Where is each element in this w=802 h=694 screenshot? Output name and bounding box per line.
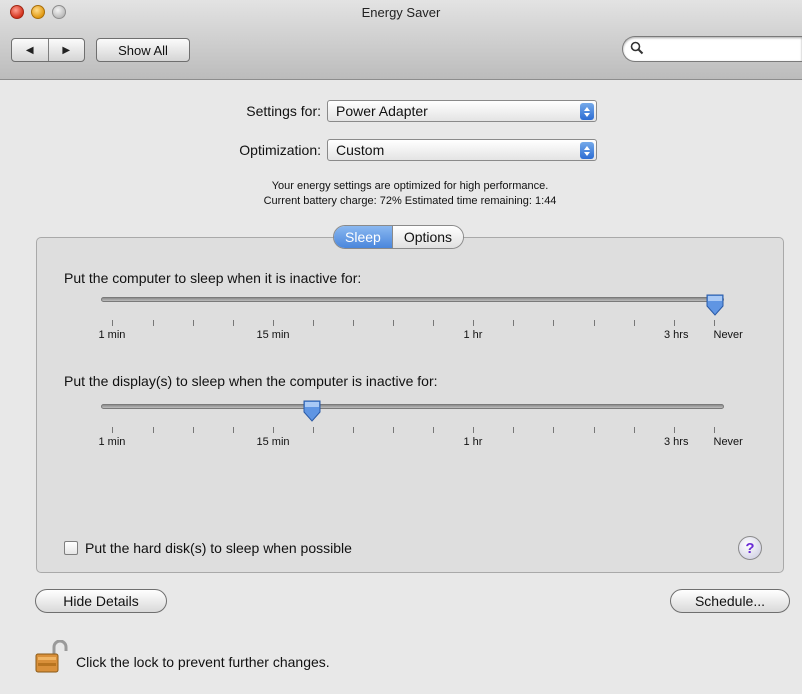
slider-tick-mark	[353, 427, 354, 433]
slider-tick-mark	[393, 320, 394, 326]
window-title: Energy Saver	[361, 5, 441, 20]
display-sleep-label: Put the display(s) to sleep when the com…	[64, 373, 438, 389]
slider-tick-mark	[513, 427, 514, 433]
popup-arrows-icon	[580, 142, 594, 159]
slider-tick-mark	[553, 320, 554, 326]
slider-tick-mark	[674, 320, 675, 326]
search-icon	[630, 41, 644, 55]
slider-scale-label: 1 hr	[463, 329, 483, 341]
slider-scale-label: 15 min	[256, 436, 290, 448]
slider-tick-mark	[193, 427, 194, 433]
slider-scale-label: 1 hr	[463, 436, 483, 448]
forward-button[interactable]: ▶	[47, 39, 85, 61]
slider-tick-mark	[714, 320, 715, 326]
slider-tick-mark	[594, 320, 595, 326]
slider-scale-label: 3 hrs	[664, 329, 689, 341]
slider-tick-mark	[714, 427, 715, 433]
display-sleep-slider-thumb[interactable]	[303, 400, 321, 422]
back-button[interactable]: ◀	[12, 39, 48, 61]
slider-scale-label: Never	[713, 329, 743, 341]
navigation-segmented-control: ◀ ▶	[11, 38, 85, 62]
slider-tick-mark	[313, 320, 314, 326]
settings-for-value: Power Adapter	[336, 103, 428, 119]
slider-tick-mark	[112, 427, 113, 433]
search-field[interactable]	[622, 36, 802, 62]
energy-saver-window: Energy Saver ◀ ▶ Show All Settings for: …	[0, 0, 802, 694]
tab-bar: Sleep Options	[333, 225, 465, 249]
optimization-value: Custom	[336, 142, 385, 158]
slider-tick-mark	[233, 427, 234, 433]
settings-for-popup[interactable]: Power Adapter	[327, 100, 597, 122]
slider-tick-mark	[353, 320, 354, 326]
slider-scale-label: 1 min	[98, 329, 126, 341]
display-sleep-slider[interactable]	[101, 404, 724, 409]
slider-tick-mark	[634, 427, 635, 433]
slider-scale-label: 3 hrs	[664, 436, 689, 448]
slider-tick-mark	[233, 320, 234, 326]
settings-for-label: Settings for:	[246, 103, 321, 119]
optimization-label: Optimization:	[239, 142, 321, 158]
lock-message: Click the lock to prevent further change…	[76, 654, 330, 670]
slider-tick-mark	[473, 427, 474, 433]
optimization-info: Your energy settings are optimized for h…	[271, 180, 549, 192]
computer-sleep-slider-thumb[interactable]	[706, 294, 724, 316]
back-arrow-icon: ◀	[25, 44, 34, 56]
slider-tick-mark	[273, 320, 274, 326]
slider-tick-mark	[553, 427, 554, 433]
help-icon: ?	[745, 539, 755, 557]
slider-tick-mark	[153, 320, 154, 326]
hard-disk-sleep-label[interactable]: Put the hard disk(s) to sleep when possi…	[85, 540, 352, 556]
schedule-button[interactable]: Schedule...	[670, 589, 790, 613]
popup-arrows-icon	[580, 103, 594, 120]
slider-tick-mark	[594, 427, 595, 433]
tab-options[interactable]: Options	[391, 226, 464, 248]
show-all-button[interactable]: Show All	[96, 38, 190, 62]
slider-tick-mark	[674, 427, 675, 433]
slider-tick-mark	[313, 427, 314, 433]
slider-tick-mark	[513, 320, 514, 326]
slider-tick-mark	[193, 320, 194, 326]
slider-tick-mark	[433, 427, 434, 433]
battery-info: Current battery charge: 72% Estimated ti…	[263, 195, 557, 207]
slider-tick-mark	[473, 320, 474, 326]
slider-scale-label: 1 min	[98, 436, 126, 448]
toolbar: Energy Saver ◀ ▶ Show All	[0, 0, 802, 80]
computer-sleep-slider[interactable]	[101, 297, 724, 302]
optimization-popup[interactable]: Custom	[327, 139, 597, 161]
slider-tick-mark	[153, 427, 154, 433]
lock-icon[interactable]	[34, 640, 68, 674]
computer-sleep-label: Put the computer to sleep when it is ina…	[64, 270, 362, 286]
slider-tick-mark	[112, 320, 113, 326]
help-button[interactable]: ?	[738, 536, 762, 560]
slider-scale-label: Never	[713, 436, 743, 448]
slider-tick-mark	[634, 320, 635, 326]
slider-tick-mark	[393, 427, 394, 433]
hide-details-button[interactable]: Hide Details	[35, 589, 167, 613]
slider-tick-mark	[273, 427, 274, 433]
slider-tick-mark	[433, 320, 434, 326]
slider-scale-label: 15 min	[256, 329, 290, 341]
hard-disk-sleep-checkbox[interactable]	[64, 541, 78, 555]
tab-sleep[interactable]: Sleep	[334, 226, 392, 248]
forward-arrow-icon: ▶	[62, 44, 71, 56]
